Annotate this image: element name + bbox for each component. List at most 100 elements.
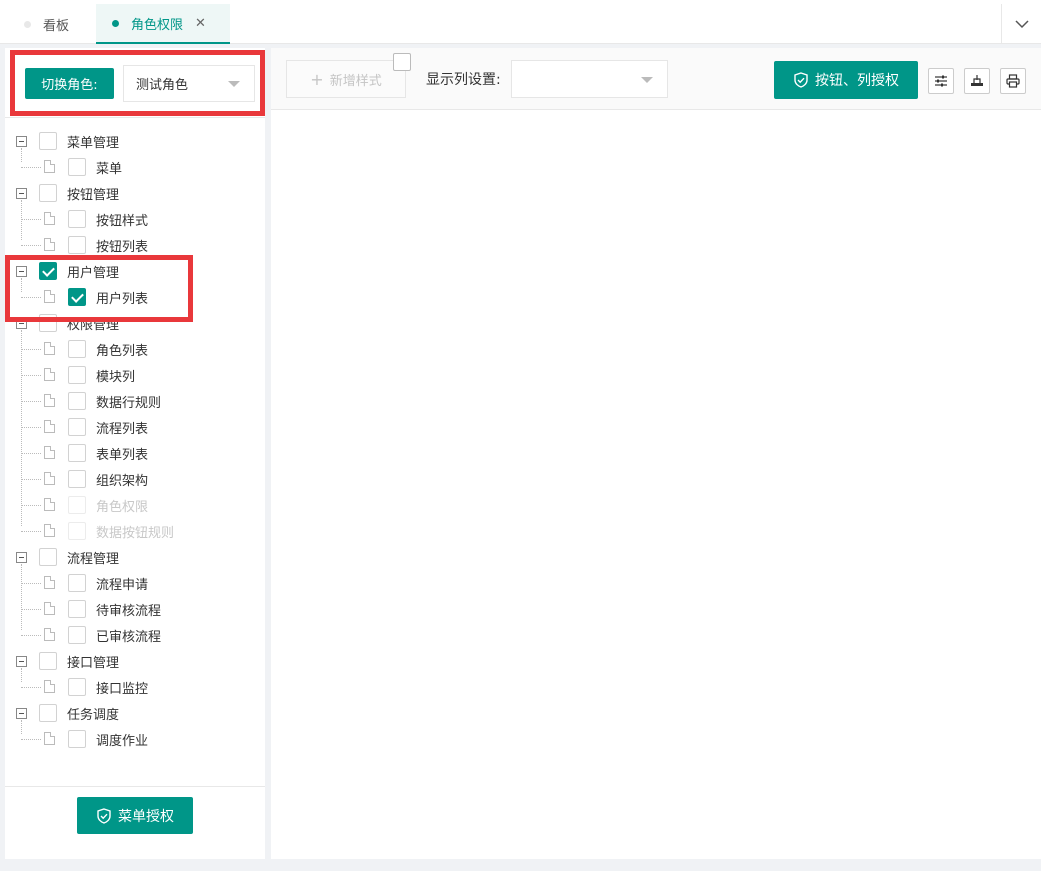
tree-node-label[interactable]: 权限管理 — [67, 314, 119, 333]
filter-columns-button[interactable] — [928, 68, 954, 94]
tree-checkbox[interactable] — [39, 652, 57, 670]
close-icon[interactable]: ✕ — [195, 16, 206, 31]
tree-connector-line — [21, 687, 41, 688]
tree-node-label[interactable]: 待审核流程 — [96, 600, 161, 619]
tab-label: 看板 — [43, 18, 70, 34]
tree-checkbox[interactable] — [68, 444, 86, 462]
tree-checkbox[interactable] — [39, 704, 57, 722]
tree-connector-line — [21, 401, 41, 402]
tree-connector-line — [21, 219, 41, 220]
tab-role-permission[interactable]: 角色权限 ✕ — [96, 4, 230, 44]
tree-node-label[interactable]: 流程管理 — [67, 548, 119, 567]
tree-node-label[interactable]: 用户管理 — [67, 262, 119, 281]
collapse-toggle-icon[interactable] — [16, 318, 27, 329]
tree-connector-line — [21, 200, 22, 240]
collapse-toggle-icon[interactable] — [16, 136, 27, 147]
export-button[interactable] — [964, 68, 990, 94]
tree-node-label[interactable]: 按钮样式 — [96, 210, 148, 229]
file-icon — [44, 238, 55, 251]
tab-menu-button[interactable] — [1001, 4, 1041, 44]
tree-checkbox[interactable] — [68, 366, 86, 384]
column-setting-label: 显示列设置: — [426, 72, 501, 88]
menu-auth-button[interactable]: 菜单授权 — [77, 797, 193, 834]
tree-checkbox[interactable] — [68, 210, 86, 228]
file-icon — [44, 628, 55, 641]
tree-node-label[interactable]: 流程申请 — [96, 574, 148, 593]
tree-connector-line — [21, 635, 41, 636]
tree-node-label: 角色权限 — [96, 500, 149, 515]
file-icon — [44, 160, 55, 173]
tree-checkbox[interactable] — [68, 470, 86, 488]
tree-checkbox[interactable] — [68, 236, 86, 254]
tree-checkbox[interactable] — [68, 678, 86, 696]
print-button[interactable] — [1000, 68, 1026, 94]
tree-checkbox[interactable] — [68, 158, 86, 176]
tree-node-label[interactable]: 角色列表 — [96, 340, 148, 359]
collapse-toggle-icon[interactable] — [16, 552, 27, 563]
tree-connector-line — [21, 564, 22, 630]
tree-connector-line — [21, 297, 41, 298]
tree-connector-line — [21, 479, 41, 480]
button-column-grant-button[interactable]: 按钮、列授权 — [774, 61, 918, 99]
column-setting-select[interactable] — [511, 60, 668, 98]
tree-node-label[interactable]: 数据行规则 — [96, 392, 161, 411]
file-icon — [44, 446, 55, 459]
tree-checkbox[interactable] — [68, 340, 86, 358]
tree-node-label[interactable]: 组织架构 — [96, 470, 148, 489]
collapse-toggle-icon[interactable] — [16, 266, 27, 277]
tree-node-label[interactable]: 调度作业 — [96, 730, 148, 749]
tree-node-label[interactable]: 表单列表 — [96, 444, 148, 463]
tree-node-label[interactable]: 按钮管理 — [67, 184, 119, 203]
tree-checkbox[interactable] — [68, 574, 86, 592]
tree-checkbox[interactable] — [39, 184, 57, 202]
tree-checkbox[interactable] — [39, 132, 57, 150]
tree-checkbox[interactable] — [68, 392, 86, 410]
collapse-toggle-icon[interactable] — [16, 656, 27, 667]
tree-node-label[interactable]: 按钮列表 — [96, 236, 148, 255]
tab-dashboard[interactable]: 看板 — [24, 4, 69, 44]
file-icon — [44, 394, 55, 407]
tab-bar: 看板 角色权限 ✕ — [0, 0, 1041, 44]
role-select[interactable]: 测试角色 — [123, 65, 255, 102]
tab-dot-icon — [24, 20, 31, 28]
sliders-icon — [935, 75, 947, 87]
tree-connector-line — [21, 167, 41, 168]
tree-checkbox[interactable] — [68, 626, 86, 644]
tree-connector-line — [21, 720, 22, 734]
tab-label: 角色权限 — [131, 17, 184, 33]
tree-checkbox[interactable] — [68, 288, 86, 306]
tree-checkbox[interactable] — [39, 548, 57, 566]
tree-node-label[interactable]: 接口管理 — [67, 652, 119, 671]
tree-node-label[interactable]: 模块列 — [96, 366, 135, 385]
export-icon — [971, 75, 983, 86]
tree-node-label[interactable]: 已审核流程 — [96, 626, 161, 645]
tree-checkbox — [68, 496, 86, 514]
add-style-button[interactable]: + 新增样式 — [286, 60, 406, 98]
small-checkbox[interactable] — [393, 53, 411, 71]
column-setting-value — [512, 61, 532, 97]
tree-connector-line — [21, 453, 41, 454]
tree-node-label[interactable]: 菜单 — [96, 158, 122, 177]
menu-auth-label: 菜单授权 — [118, 808, 174, 825]
tree-connector-line — [21, 739, 41, 740]
caret-down-icon — [228, 81, 240, 87]
tree-connector-line — [21, 349, 41, 350]
collapse-toggle-icon[interactable] — [16, 188, 27, 199]
tree-checkbox[interactable] — [68, 730, 86, 748]
file-icon — [44, 524, 55, 537]
file-icon — [44, 680, 55, 693]
tree-checkbox[interactable] — [68, 600, 86, 618]
tree-node-label[interactable]: 接口监控 — [96, 678, 148, 697]
tree-connector-line — [21, 245, 41, 246]
grant-label: 按钮、列授权 — [815, 73, 899, 89]
tree-checkbox[interactable] — [68, 418, 86, 436]
tree-checkbox[interactable] — [39, 314, 57, 332]
tree-node-label[interactable]: 用户列表 — [96, 288, 148, 307]
tree-node-label[interactable]: 任务调度 — [67, 704, 119, 723]
tree-node-label[interactable]: 菜单管理 — [67, 132, 119, 151]
file-icon — [44, 472, 55, 485]
collapse-toggle-icon[interactable] — [16, 708, 27, 719]
tree-node-label[interactable]: 流程列表 — [96, 418, 148, 437]
tree-checkbox[interactable] — [39, 262, 57, 280]
chevron-down-icon — [1014, 19, 1029, 28]
